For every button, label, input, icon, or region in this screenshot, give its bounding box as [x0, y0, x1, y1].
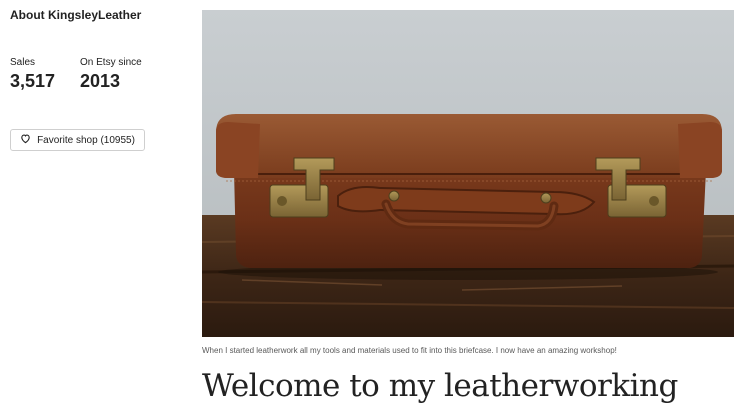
sales-stat: Sales 3,517	[10, 57, 55, 92]
heart-icon	[20, 133, 31, 147]
favorite-shop-label: Favorite shop (10955)	[37, 134, 135, 146]
sales-label: Sales	[10, 57, 36, 68]
favorite-shop-button[interactable]: Favorite shop (10955)	[10, 129, 145, 151]
photo-caption: When I started leatherwork all my tools …	[202, 346, 617, 355]
shop-about-section: About KingsleyLeather Sales 3,517 On Ets…	[0, 0, 747, 409]
shop-photo	[202, 10, 734, 337]
sales-value: 3,517	[10, 71, 56, 91]
about-title: About KingsleyLeather	[10, 8, 142, 22]
on-etsy-since-value: 2013	[80, 71, 121, 91]
story-heading: Welcome to my leatherworking	[202, 368, 678, 404]
on-etsy-since-label: On Etsy since	[80, 57, 142, 68]
on-etsy-since-stat: On Etsy since 2013	[80, 57, 142, 92]
